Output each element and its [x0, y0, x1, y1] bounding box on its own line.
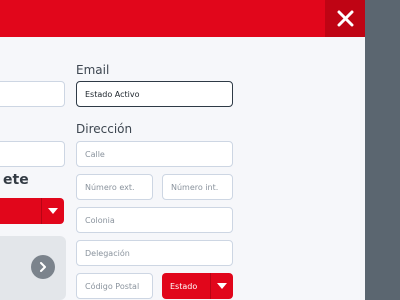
delegation-input[interactable]: Delegación [76, 240, 233, 266]
chevron-down-icon [42, 198, 64, 224]
form-panel: ete Email Estado Activo Dirección Calle … [0, 0, 365, 300]
address-label: Dirección [76, 122, 133, 136]
left-field-1[interactable] [0, 81, 65, 107]
state-select-value: Estado [170, 281, 198, 291]
left-select[interactable] [0, 198, 64, 224]
ext-number-input[interactable]: Número ext. [76, 174, 153, 200]
card-next-button[interactable] [31, 255, 55, 279]
left-field-2[interactable] [0, 141, 65, 167]
close-button[interactable] [325, 0, 365, 37]
street-input[interactable]: Calle [76, 141, 233, 167]
chevron-down-icon [211, 273, 233, 299]
chevron-right-icon [40, 262, 46, 272]
state-select[interactable]: Estado [162, 273, 233, 299]
email-field[interactable]: Estado Activo [76, 81, 233, 107]
colony-input[interactable]: Colonia [76, 207, 233, 233]
info-card [0, 236, 66, 300]
section-heading-fragment: ete [3, 172, 29, 188]
postal-code-input[interactable]: Código Postal [76, 273, 153, 299]
close-icon [337, 10, 353, 27]
header-bar [0, 0, 365, 37]
email-label: Email [76, 63, 110, 77]
int-number-input[interactable]: Número int. [162, 174, 233, 200]
